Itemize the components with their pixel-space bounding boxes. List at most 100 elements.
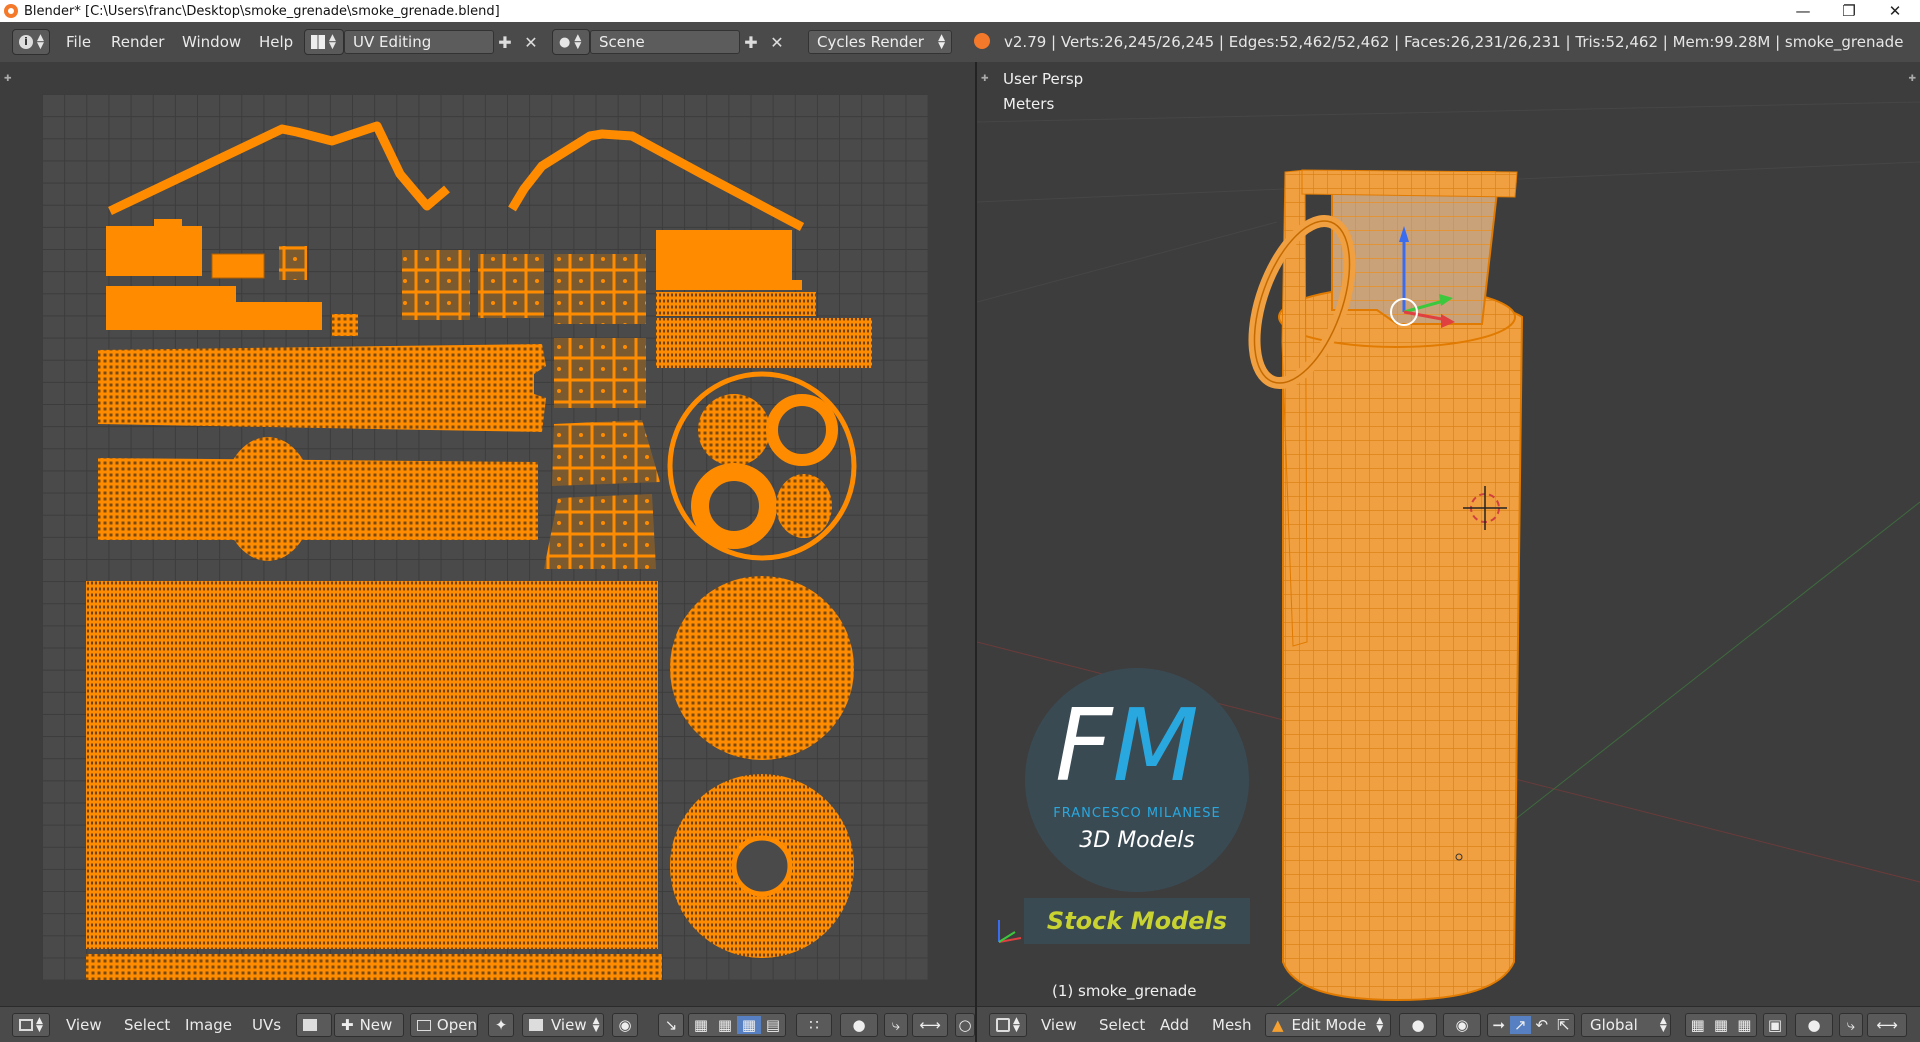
editor-type-button[interactable]: ▲ ▼ xyxy=(12,1013,50,1037)
orientation-label: Global xyxy=(1590,1016,1638,1034)
uv-menu-select[interactable]: Select xyxy=(124,1016,170,1034)
manipulator-group[interactable]: ➞ ↗ ↶ ⇱ xyxy=(1487,1013,1575,1037)
view-icon xyxy=(529,1019,543,1031)
edge-select-icon[interactable]: ▦ xyxy=(1709,1016,1732,1034)
view-mode-label: View xyxy=(551,1016,587,1034)
select-mode-group[interactable]: ▦ ▦ ▦ xyxy=(1685,1013,1757,1037)
face-select-icon[interactable]: ▦ xyxy=(1733,1016,1756,1034)
spinner-arrows-icon: ▲ ▼ xyxy=(1659,1016,1667,1034)
select-mode-group[interactable]: ▦ ▦ ▦ ▤ xyxy=(688,1013,786,1037)
vp-menu-add[interactable]: Add xyxy=(1160,1016,1189,1034)
info-header: i ▲ ▼ File Render Window Help ▲ ▼ UV Editi… xyxy=(0,22,1920,63)
minimize-icon[interactable]: — xyxy=(1780,0,1826,22)
watermark-tagline: 3D Models xyxy=(1079,828,1195,853)
uv-menu-uvs[interactable]: UVs xyxy=(252,1016,281,1034)
screen-layout-selector[interactable]: ▲ ▼ xyxy=(304,29,344,55)
uv-strip-upper xyxy=(98,344,546,432)
spinner-arrows-icon: ▲ ▼ xyxy=(329,33,336,51)
manipulator-toggle-icon[interactable]: ➞ xyxy=(1488,1016,1510,1034)
proportional-edit-icon[interactable]: ● xyxy=(840,1013,878,1037)
blender-icon xyxy=(974,33,990,49)
scene-selector[interactable]: ● ▲ ▼ xyxy=(552,29,590,55)
close-icon[interactable]: ✕ xyxy=(1872,0,1918,22)
panel-expand-icon[interactable]: ✚ xyxy=(4,74,12,84)
pivot-icon[interactable]: ◉ xyxy=(612,1013,638,1037)
overflow-icon[interactable]: ○ xyxy=(955,1013,975,1037)
editor-type-button[interactable]: i ▲ ▼ xyxy=(12,29,50,55)
uv-grid-island-6 xyxy=(544,494,656,569)
restore-icon[interactable]: ❐ xyxy=(1826,0,1872,22)
menu-help[interactable]: Help xyxy=(259,33,293,51)
view-mode-dropdown[interactable]: View ▲ ▼ xyxy=(522,1013,604,1037)
menu-window[interactable]: Window xyxy=(182,33,241,51)
uv-disc-sphere xyxy=(670,576,854,760)
uv-island-block-c xyxy=(106,286,236,330)
mode-dropdown[interactable]: ▲ Edit Mode ▲ ▼ xyxy=(1265,1013,1391,1037)
pin-icon[interactable]: ✦ xyxy=(488,1013,514,1037)
uv-strap-right xyxy=(508,129,805,231)
shading-dropdown[interactable]: ● xyxy=(1399,1013,1437,1037)
uv-island-cap-strip xyxy=(656,318,872,368)
screen-layout-field[interactable]: UV Editing xyxy=(344,30,494,54)
open-image-button[interactable]: Open xyxy=(410,1013,478,1037)
scale-icon[interactable]: ⇱ xyxy=(1553,1016,1575,1034)
spinner-arrows-icon: ▲ ▼ xyxy=(36,1016,43,1034)
uv-island-block-b xyxy=(211,253,265,279)
remove-screen-icon[interactable]: ✕ xyxy=(520,30,542,54)
snap-target-icon[interactable]: ⟷ xyxy=(912,1013,948,1037)
image-editor-icon xyxy=(19,1019,33,1031)
uv-grid[interactable] xyxy=(42,94,928,984)
scene-icon: ● xyxy=(559,34,571,50)
object-label: (1) smoke_grenade xyxy=(1052,982,1197,1000)
snap-element-icon[interactable]: ⟷ xyxy=(1867,1013,1907,1037)
watermark-brand: FRANCESCO MILANESE xyxy=(1053,806,1221,821)
limit-selection-icon[interactable]: ▣ xyxy=(1763,1013,1787,1037)
view-name: User Persp xyxy=(1003,70,1084,88)
snap-icon[interactable]: ⤷ xyxy=(884,1013,908,1037)
viewport-header: ▲ ▼ View Select Add Mesh ▲ Edit Mode ▲ ▼ ●… xyxy=(977,1006,1920,1042)
add-screen-icon[interactable]: ✚ xyxy=(494,30,516,54)
menu-file[interactable]: File xyxy=(66,33,91,51)
cube-icon xyxy=(996,1018,1010,1032)
blender-logo-icon xyxy=(4,4,18,18)
image-browse-button[interactable] xyxy=(296,1013,332,1037)
snap-icon[interactable]: ⤷ xyxy=(1839,1013,1863,1037)
watermark-banner: Stock Models xyxy=(1024,898,1250,944)
uv-strap-left xyxy=(108,121,450,216)
translate-icon[interactable]: ↗ xyxy=(1509,1016,1531,1034)
menu-render[interactable]: Render xyxy=(111,33,164,51)
face-select-icon[interactable]: ▦ xyxy=(737,1016,761,1034)
scene-field[interactable]: Scene xyxy=(590,30,740,54)
spinner-arrows-icon: ▲ ▼ xyxy=(1376,1016,1384,1034)
uv-menu-image[interactable]: Image xyxy=(185,1016,232,1034)
vp-menu-select[interactable]: Select xyxy=(1099,1016,1145,1034)
rotate-icon[interactable]: ↶ xyxy=(1531,1016,1553,1034)
axis-gizmo xyxy=(998,920,1022,943)
3d-viewport[interactable]: ✚ ✚ User Persp Meters (1) smoke_grenade … xyxy=(977,62,1920,1006)
transform-orientation-dropdown[interactable]: Global ▲ ▼ xyxy=(1581,1013,1671,1037)
new-label: New xyxy=(359,1016,393,1034)
uv-editor-area[interactable]: ✚ xyxy=(0,62,975,1006)
vp-menu-mesh[interactable]: Mesh xyxy=(1212,1016,1252,1034)
proportional-edit-icon[interactable]: ● xyxy=(1795,1013,1833,1037)
pivot-point-dropdown[interactable]: ◉ xyxy=(1443,1013,1481,1037)
sync-selection-icon[interactable]: ↘ xyxy=(658,1013,684,1037)
vertex-select-icon[interactable]: ▦ xyxy=(689,1016,713,1034)
uv-editor-header: ▲ ▼ View Select Image UVs ✚ New Open ✦ Vi… xyxy=(0,1006,975,1042)
remove-scene-icon[interactable]: ✕ xyxy=(766,30,788,54)
layout-grid-icon xyxy=(311,35,325,49)
mode-label: Edit Mode xyxy=(1291,1016,1367,1034)
uv-menu-view[interactable]: View xyxy=(66,1016,102,1034)
vertex-select-icon[interactable]: ▦ xyxy=(1686,1016,1709,1034)
new-image-button[interactable]: ✚ New xyxy=(334,1013,404,1037)
folder-icon xyxy=(417,1019,431,1031)
sticky-select-dropdown[interactable]: ∷ xyxy=(796,1013,832,1037)
render-engine-dropdown[interactable]: Cycles Render ▲ ▼ xyxy=(808,30,952,54)
vp-menu-view[interactable]: View xyxy=(1041,1016,1077,1034)
add-scene-icon[interactable]: ✚ xyxy=(740,30,762,54)
uv-strip-lower xyxy=(98,458,538,540)
island-select-icon[interactable]: ▤ xyxy=(761,1016,785,1034)
grenade-body xyxy=(1282,298,1524,1002)
edge-select-icon[interactable]: ▦ xyxy=(713,1016,737,1034)
editor-type-button[interactable]: ▲ ▼ xyxy=(989,1013,1027,1037)
